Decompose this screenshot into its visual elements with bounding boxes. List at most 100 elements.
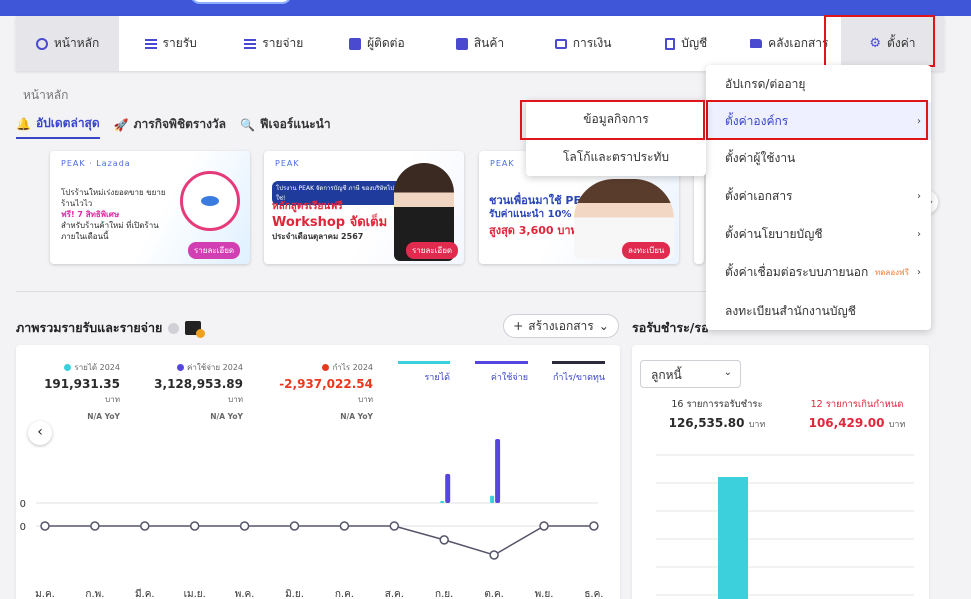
- nav-item-products[interactable]: สินค้า: [428, 16, 531, 71]
- nav-item-expense[interactable]: รายจ่าย: [222, 16, 325, 71]
- nav-label: สินค้า: [473, 36, 505, 50]
- tab-featured[interactable]: 🔍 ฟีเจอร์แนะนำ: [240, 114, 331, 139]
- menu-item-label: ตั้งค่าผู้ใช้งาน: [725, 150, 796, 165]
- submenu-item-logo-stamp[interactable]: โลโก้และตราประทับ: [526, 138, 706, 176]
- menu-item-integrations[interactable]: ตั้งค่าเชื่อมต่อระบบภายนอก ทดลองฟรี ›: [706, 253, 931, 291]
- x-tick-label: มิ.ย.: [285, 589, 304, 599]
- gear-icon: ⚙: [869, 35, 882, 51]
- nav-item-home[interactable]: หน้าหลัก: [16, 16, 120, 71]
- breadcrumb: หน้าหลัก: [23, 88, 69, 102]
- x-tick-label: ต.ค.: [484, 589, 504, 599]
- help-icon[interactable]: [168, 322, 180, 334]
- menu-item-accounting-policy[interactable]: ตั้งค่านโยบายบัญชี ›: [706, 215, 931, 253]
- expense-bar: [445, 473, 451, 503]
- chevron-right-icon: ›: [917, 266, 921, 278]
- x-tick-label: พ.ย.: [535, 589, 554, 599]
- tab-latest-updates[interactable]: 🔔 อัปเดตล่าสุด: [16, 114, 100, 139]
- profit-point: [389, 521, 400, 531]
- profit-point: [439, 535, 449, 545]
- y-tick-label: 0: [20, 499, 26, 510]
- nav-item-income[interactable]: รายรับ: [119, 16, 222, 71]
- expense-bar: [495, 439, 501, 503]
- menu-item-user-settings[interactable]: ตั้งค่าผู้ใช้งาน: [706, 139, 931, 177]
- profit-point: [90, 521, 100, 531]
- plus-icon: +: [513, 319, 524, 333]
- chevron-down-icon: ⌄: [598, 319, 609, 333]
- banner-register-button[interactable]: ลงทะเบียน: [622, 242, 671, 259]
- receivables-bar: [718, 477, 748, 599]
- profit-point: [40, 521, 50, 531]
- income-bar: [440, 501, 445, 503]
- menu-item-label: ตั้งค่าเชื่อมต่อระบบภายนอก: [725, 264, 869, 279]
- banner-details-button[interactable]: รายละเอียด: [406, 242, 459, 259]
- banner-details-button[interactable]: รายละเอียด: [188, 242, 241, 259]
- banner-logo: PEAK: [490, 159, 515, 168]
- chart-prev-button[interactable]: ‹: [28, 421, 52, 445]
- profit-point: [289, 521, 300, 531]
- top-strip: [0, 0, 971, 16]
- menu-item-document-settings[interactable]: ตั้งค่าเอกสาร ›: [706, 177, 931, 215]
- tab-label: ภารกิจพิชิตรางวัล: [133, 117, 227, 131]
- org-settings-submenu: ข้อมูลกิจการ โลโก้และตราประทับ: [526, 100, 706, 176]
- wallet-icon: [554, 38, 567, 49]
- profit-point: [339, 521, 350, 531]
- top-pill: [190, 0, 292, 4]
- nav-item-accounting[interactable]: บัญชี: [635, 16, 738, 71]
- x-tick-label: ก.ย.: [435, 589, 453, 599]
- income-bar: [490, 495, 495, 503]
- settings-dropdown-menu: อัปเกรด/ต่ออายุ ตั้งค่าองค์กร › ตั้งค่าผู…: [706, 65, 931, 330]
- nav-item-contacts[interactable]: ผู้ติดต่อ: [325, 16, 428, 71]
- promo-banner[interactable]: PEAK โปรงาน PEAK จัดการบัญชี ภาษี ของบริ…: [264, 151, 464, 264]
- nav-item-finance[interactable]: การเงิน: [532, 16, 635, 71]
- create-document-button[interactable]: + สร้างเอกสาร ⌄: [503, 314, 619, 338]
- nav-label: รายรับ: [162, 36, 197, 50]
- create-document-label: สร้างเอกสาร: [528, 318, 594, 333]
- nav-label: การเงิน: [572, 36, 612, 50]
- product-box-icon: [455, 37, 468, 50]
- mascot-illustration: [180, 171, 240, 231]
- ledger-book-icon: [665, 37, 676, 50]
- overview-title-text: ภาพรวมรายรับและรายจ่าย: [16, 320, 163, 335]
- income-icon: [144, 38, 157, 50]
- profit-point: [140, 521, 150, 531]
- overview-chart: 0 0 ม.ค. ก.พ. มี.ค. เม.ย. พ.ค. มิ.ย. ก.ค. ส.ค. ก.ย…: [20, 439, 603, 599]
- tutorial-cap-icon[interactable]: [185, 321, 206, 338]
- submenu-item-label: โลโก้และตราประทับ: [562, 149, 670, 164]
- nav-item-settings[interactable]: ⚙ ตั้งค่า: [840, 16, 944, 71]
- x-tick-label: มี.ค.: [135, 588, 155, 599]
- menu-item-label: ตั้งค่านโยบายบัญชี: [725, 226, 823, 241]
- folder-icon: [750, 39, 763, 48]
- menu-item-org-settings[interactable]: ตั้งค่าองค์กร ›: [706, 102, 931, 140]
- x-tick-label: เม.ย.: [184, 589, 206, 599]
- receivables-card: ลูกหนี้ ⌄ 16 รายการรอรับชำระ 126,535.80 …: [632, 345, 929, 599]
- overview-chart-card: รายได้ 2024 191,931.35 บาท N/A YoY ค่าใช…: [16, 345, 620, 599]
- tab-label: ฟีเจอร์แนะนำ: [259, 117, 331, 131]
- nav-label: ผู้ติดต่อ: [367, 36, 405, 50]
- home-icon: [35, 37, 48, 50]
- submenu-item-business-info[interactable]: ข้อมูลกิจการ: [526, 100, 706, 138]
- banner-logo: PEAK · Lazada: [61, 159, 131, 168]
- promo-banner[interactable]: PEAK · Lazada โปรร้านใหม่เร่งยอดขาย ขยาย…: [50, 151, 250, 264]
- y-tick-label: 0: [20, 522, 26, 533]
- profit-point: [539, 521, 549, 531]
- x-tick-label: ก.พ.: [85, 589, 104, 599]
- section-divider: [16, 291, 716, 292]
- nav-label: คลังเอกสาร: [768, 36, 829, 50]
- menu-item-label: อัปเกรด/ต่ออายุ: [725, 76, 806, 91]
- menu-item-label: ตั้งค่าเอกสาร: [725, 188, 793, 203]
- menu-item-register-accounting-firm[interactable]: ลงทะเบียนสำนักงานบัญชี: [706, 292, 931, 330]
- profit-line: [45, 525, 594, 556]
- submenu-item-label: ข้อมูลกิจการ: [583, 111, 649, 126]
- tab-missions[interactable]: 🚀 ภารกิจพิชิตรางวัล: [114, 114, 226, 139]
- tab-label: อัปเดตล่าสุด: [35, 116, 100, 130]
- menu-item-upgrade[interactable]: อัปเกรด/ต่ออายุ: [706, 65, 931, 103]
- banner-highlight: ฟรี! 7 สิทธิพิเศษ: [61, 210, 120, 219]
- free-trial-badge: ทดลองฟรี: [874, 267, 909, 277]
- overview-title: ภาพรวมรายรับและรายจ่าย: [16, 318, 206, 338]
- nav-item-documents[interactable]: คลังเอกสาร: [738, 16, 841, 71]
- profit-point: [489, 550, 499, 560]
- contacts-icon: [349, 37, 362, 50]
- x-tick-label: ธ.ค.: [584, 589, 603, 599]
- nav-label: รายจ่าย: [262, 36, 304, 50]
- banner-highlight: สูงสุด 3,600 บาท*: [489, 224, 584, 237]
